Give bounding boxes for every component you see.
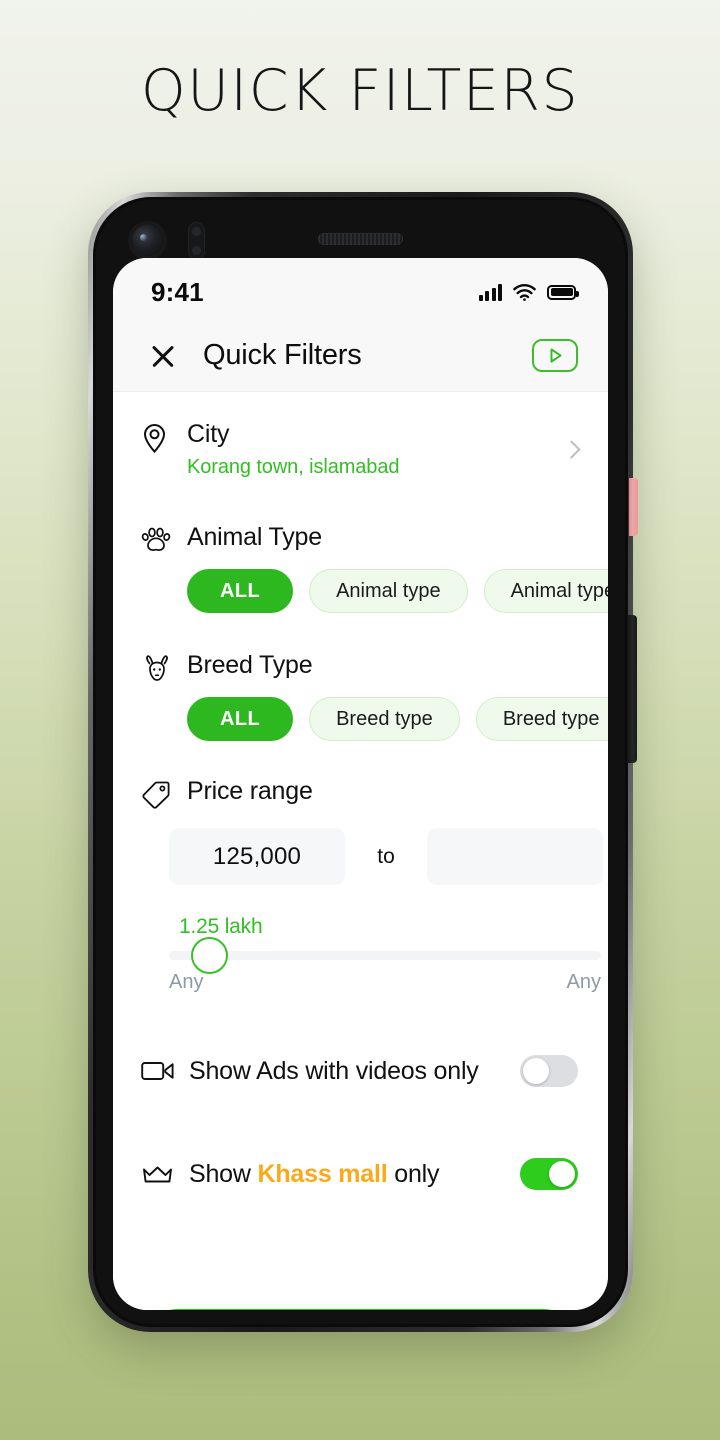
sensor-pill-icon	[188, 222, 205, 260]
breed-type-label: Breed Type	[187, 651, 313, 679]
toggle-switch-khass-mall[interactable]	[520, 1158, 578, 1190]
toggle-knob	[549, 1161, 575, 1187]
breed-type-section: Breed Type ALL Breed type Breed type Bre…	[113, 615, 608, 743]
app-bar: Quick Filters	[113, 320, 608, 392]
toggle-knob	[523, 1058, 549, 1084]
phone-screen: 9:41 Quick Filters City Korang town, isl…	[113, 258, 608, 1310]
toggle-row-khass-mall[interactable]: Show Khass mall only	[113, 1135, 608, 1213]
price-range-label: Price range	[187, 777, 313, 805]
breed-type-chip[interactable]: ALL	[187, 697, 294, 741]
status-bar: 9:41	[113, 258, 608, 320]
toggle-switch-videos-only[interactable]	[520, 1055, 578, 1087]
apply-filter-button[interactable]: Apply Filter	[145, 1309, 576, 1310]
crown-icon	[143, 1166, 172, 1183]
toggle-row-videos-only[interactable]: Show Ads with videos only	[113, 1032, 608, 1110]
filters-content: City Korang town, islamabad Animal Type …	[113, 392, 608, 1310]
city-row[interactable]: City Korang town, islamabad	[113, 392, 608, 501]
page-title: QUICK FILTERS	[140, 58, 580, 124]
play-icon	[550, 348, 562, 363]
price-separator-label: to	[377, 844, 395, 868]
paw-icon	[141, 523, 187, 615]
city-body: City Korang town, islamabad	[187, 420, 608, 479]
animal-type-chips: ALL Animal type Animal type Animal type	[187, 569, 608, 615]
toggle-label-videos-only: Show Ads with videos only	[189, 1056, 479, 1085]
price-min-input[interactable]: 125,000	[169, 828, 345, 885]
animal-type-chip[interactable]: Animal type	[309, 569, 468, 613]
breed-type-chip[interactable]: Breed type	[309, 697, 460, 741]
status-icons	[478, 283, 579, 301]
close-icon[interactable]	[147, 340, 179, 372]
city-texts: City Korang town, islamabad	[187, 420, 565, 479]
price-slider-value: 1.25 lakh	[179, 915, 263, 938]
city-label: City	[187, 420, 230, 448]
price-range-section: Price range 125,000 to 1.25 lakh Any Any	[113, 743, 608, 994]
price-slider[interactable]: 1.25 lakh Any Any	[169, 915, 601, 994]
price-range-body: Price range 125,000 to 1.25 lakh Any Any	[169, 777, 608, 994]
goat-head-icon	[141, 651, 187, 743]
earpiece-speaker-icon	[318, 233, 403, 245]
video-camera-icon	[141, 1062, 174, 1080]
animal-type-body: Animal Type ALL Animal type Animal type …	[187, 523, 608, 615]
battery-full-icon	[547, 284, 579, 300]
toggle-label-khass-mall: Show Khass mall only	[189, 1160, 520, 1189]
wifi-icon	[513, 283, 536, 301]
price-inputs: 125,000 to	[169, 828, 608, 885]
animal-type-chip[interactable]: ALL	[187, 569, 294, 613]
toggle-label-prefix: Show	[189, 1159, 258, 1188]
power-button[interactable]	[627, 615, 637, 763]
status-time: 9:41	[151, 276, 204, 307]
price-slider-min-label: Any	[169, 971, 204, 993]
city-value: Korang town, islamabad	[187, 456, 400, 478]
front-camera-icon	[132, 225, 163, 256]
price-slider-thumb[interactable]	[191, 937, 228, 974]
toggle-label-highlight: Khass mall	[257, 1159, 388, 1188]
price-slider-max-label: Any	[566, 971, 601, 993]
cellular-signal-icon	[478, 283, 502, 301]
price-slider-track[interactable]	[169, 937, 601, 974]
breed-type-chip[interactable]: Breed type	[475, 697, 608, 741]
play-video-button[interactable]	[532, 339, 578, 372]
breed-type-chips: ALL Breed type Breed type Breed type	[187, 697, 608, 743]
breed-type-body: Breed Type ALL Breed type Breed type Bre…	[187, 651, 608, 743]
animal-type-label: Animal Type	[187, 523, 322, 551]
location-pin-icon	[141, 420, 187, 454]
price-slider-ends: Any Any	[169, 971, 601, 994]
volume-button[interactable]	[629, 478, 638, 536]
chevron-right-icon[interactable]	[562, 440, 581, 459]
animal-type-section: Animal Type ALL Animal type Animal type …	[113, 501, 608, 615]
city-main: City Korang town, islamabad	[187, 420, 608, 479]
animal-type-chip[interactable]: Animal type	[483, 569, 608, 613]
toggle-label-suffix: only	[387, 1159, 440, 1188]
price-max-input[interactable]	[427, 828, 603, 885]
app-bar-title: Quick Filters	[203, 339, 362, 371]
